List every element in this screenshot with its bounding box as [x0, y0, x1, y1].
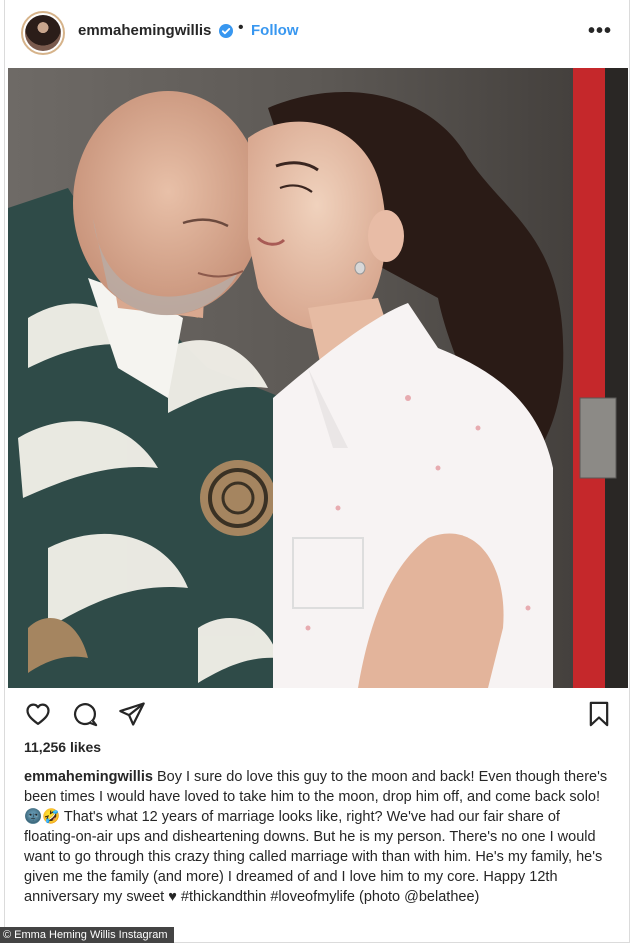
separator-dot: • — [238, 19, 244, 36]
follow-button[interactable]: Follow — [251, 22, 299, 39]
verified-badge-icon — [219, 24, 233, 38]
username-link[interactable]: emmahemingwillis — [78, 22, 211, 39]
likes-count[interactable]: 11,256 likes — [24, 739, 101, 755]
post-header: emmahemingwillis • Follow ••• — [5, 0, 631, 64]
more-options-icon[interactable]: ••• — [588, 20, 612, 43]
post-caption: emmahemingwillis Boy I sure do love this… — [24, 767, 614, 907]
caption-text: Boy I sure do love this guy to the moon … — [24, 769, 608, 905]
caption-username[interactable]: emmahemingwillis — [24, 769, 153, 785]
action-bar — [5, 700, 631, 730]
instagram-post: emmahemingwillis • Follow ••• 11,256 lik… — [4, 0, 630, 943]
post-image — [8, 68, 628, 688]
share-icon[interactable] — [118, 700, 146, 728]
avatar[interactable] — [21, 11, 65, 55]
heart-icon[interactable] — [24, 700, 52, 728]
post-photo[interactable] — [8, 68, 628, 688]
comment-icon[interactable] — [71, 700, 99, 728]
bookmark-icon[interactable] — [585, 700, 613, 728]
photo-credit: © Emma Heming Willis Instagram — [0, 927, 174, 943]
